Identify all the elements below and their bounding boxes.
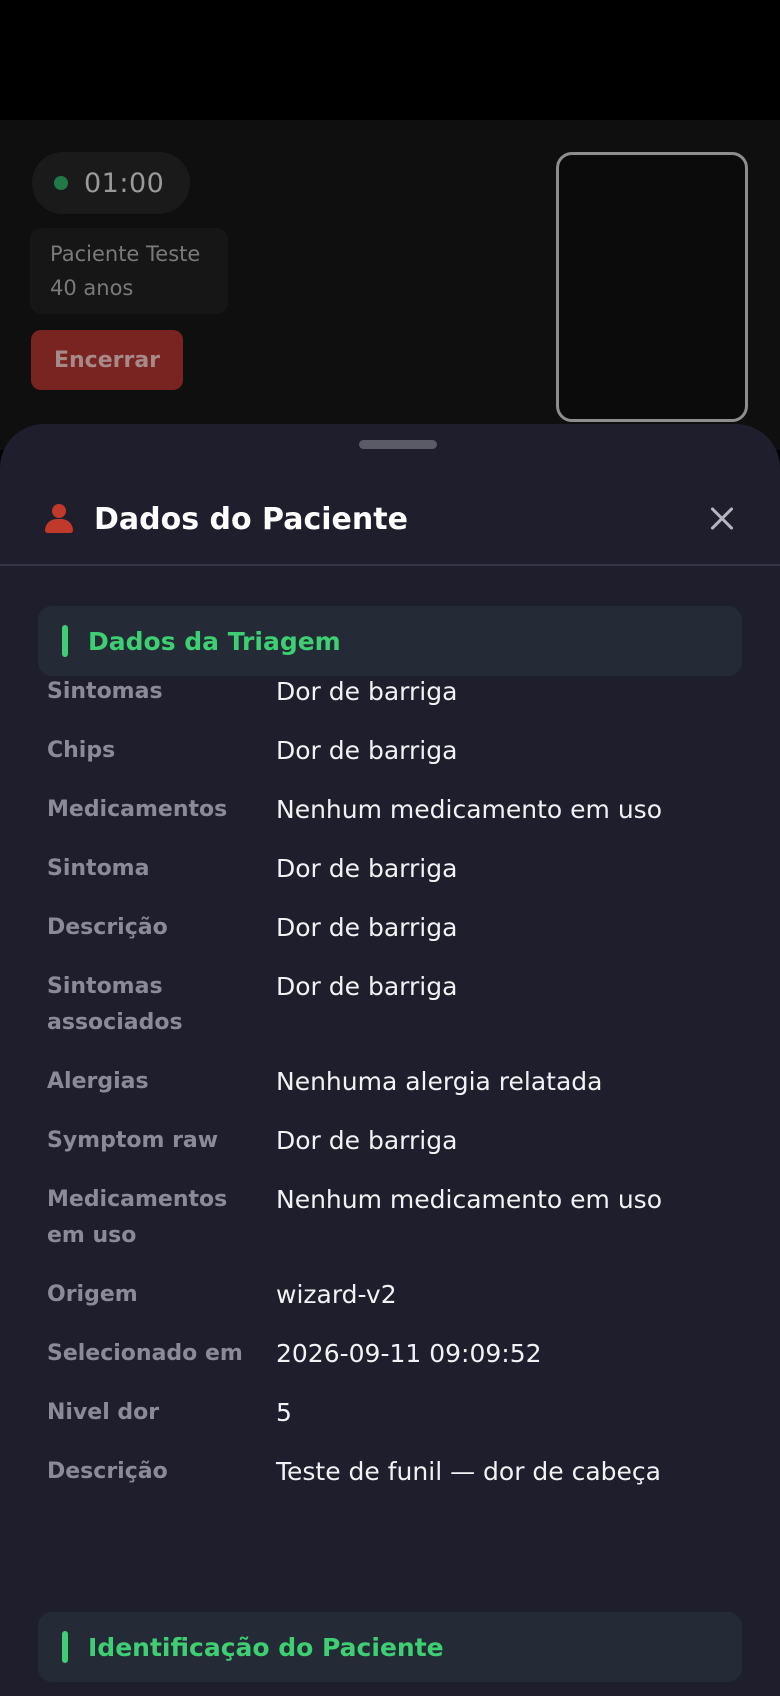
row-label: Nivel dor — [47, 1400, 160, 1425]
section-accent-bar — [62, 625, 68, 657]
triage-row: Nivel dor 5 — [0, 1395, 780, 1431]
row-label: Descrição — [47, 1459, 168, 1484]
row-label: Medicamentos — [47, 797, 228, 822]
triage-row: Sintomas associados Dor de barriga — [0, 969, 780, 1041]
row-value: Dor de barriga — [276, 913, 458, 942]
row-label: Selecionado em — [47, 1341, 243, 1366]
header-divider — [0, 564, 780, 566]
row-label: Symptom raw — [47, 1128, 219, 1153]
row-label: Sintomas associados — [47, 974, 183, 1035]
close-icon[interactable] — [700, 497, 744, 541]
video-call-area: 01:00 Paciente Teste 40 anos Encerrar — [0, 120, 780, 450]
triage-row: Sintoma Dor de barriga — [0, 851, 780, 887]
live-indicator-icon — [54, 176, 68, 190]
triage-row: Chips Dor de barriga — [0, 733, 780, 769]
row-value: wizard-v2 — [276, 1280, 397, 1309]
row-label: Sintomas — [47, 679, 163, 704]
self-video-preview[interactable] — [556, 152, 748, 422]
triage-row: Alergias Nenhuma alergia relatada — [0, 1064, 780, 1100]
triage-rows: Sintomas Dor de barriga Chips Dor de barri… — [0, 674, 780, 1513]
section-title-identification: Identificação do Paciente — [88, 1632, 444, 1662]
row-label: Origem — [47, 1282, 138, 1307]
patient-name: Paciente Teste — [50, 242, 201, 266]
triage-row: Medicamentos em uso Nenhum medicamento em… — [0, 1182, 780, 1254]
timer-text: 01:00 — [84, 167, 165, 199]
row-value: 5 — [276, 1398, 292, 1427]
row-value: Nenhum medicamento em uso — [276, 795, 662, 824]
triage-row: Sintomas Dor de barriga — [0, 674, 780, 710]
row-label: Sintoma — [47, 856, 150, 881]
row-value: Dor de barriga — [276, 1126, 458, 1155]
section-title-triage: Dados da Triagem — [88, 626, 341, 656]
triage-row: Origem wizard-v2 — [0, 1277, 780, 1313]
row-value: Dor de barriga — [276, 972, 458, 1001]
screen: 01:00 Paciente Teste 40 anos Encerrar Da… — [0, 0, 780, 1696]
patient-data-sheet: Dados do Paciente Dados da Triagem Sinto… — [0, 424, 780, 1696]
triage-row: Descrição Teste de funil — dor de cabeça — [0, 1454, 780, 1490]
section-accent-bar — [62, 1631, 68, 1663]
sheet-header: Dados do Paciente — [0, 474, 780, 564]
patient-info-card: Paciente Teste 40 anos — [30, 228, 228, 314]
patient-age: 40 anos — [50, 276, 134, 300]
end-call-button[interactable]: Encerrar — [31, 330, 183, 390]
row-value: Dor de barriga — [276, 736, 458, 765]
section-header-identification[interactable]: Identificação do Paciente — [38, 1612, 742, 1682]
row-value: Dor de barriga — [276, 854, 458, 883]
row-label: Alergias — [47, 1069, 149, 1094]
row-label: Descrição — [47, 915, 168, 940]
call-timer: 01:00 — [32, 152, 191, 214]
person-icon — [44, 504, 74, 534]
row-label: Medicamentos em uso — [47, 1187, 228, 1248]
triage-row: Symptom raw Dor de barriga — [0, 1123, 780, 1159]
row-label: Chips — [47, 738, 116, 763]
sheet-title: Dados do Paciente — [94, 501, 408, 537]
row-value: Teste de funil — dor de cabeça — [276, 1457, 661, 1486]
status-area — [0, 0, 780, 120]
row-value: Nenhuma alergia relatada — [276, 1067, 603, 1096]
row-value: 2026-09-11 09:09:52 — [276, 1339, 542, 1368]
row-value: Nenhum medicamento em uso — [276, 1185, 662, 1214]
triage-row: Descrição Dor de barriga — [0, 910, 780, 946]
triage-row: Selecionado em 2026-09-11 09:09:52 — [0, 1336, 780, 1372]
triage-row: Medicamentos Nenhum medicamento em uso — [0, 792, 780, 828]
row-value: Dor de barriga — [276, 677, 458, 706]
sheet-drag-handle[interactable] — [359, 440, 437, 449]
section-header-triage[interactable]: Dados da Triagem — [38, 606, 742, 676]
